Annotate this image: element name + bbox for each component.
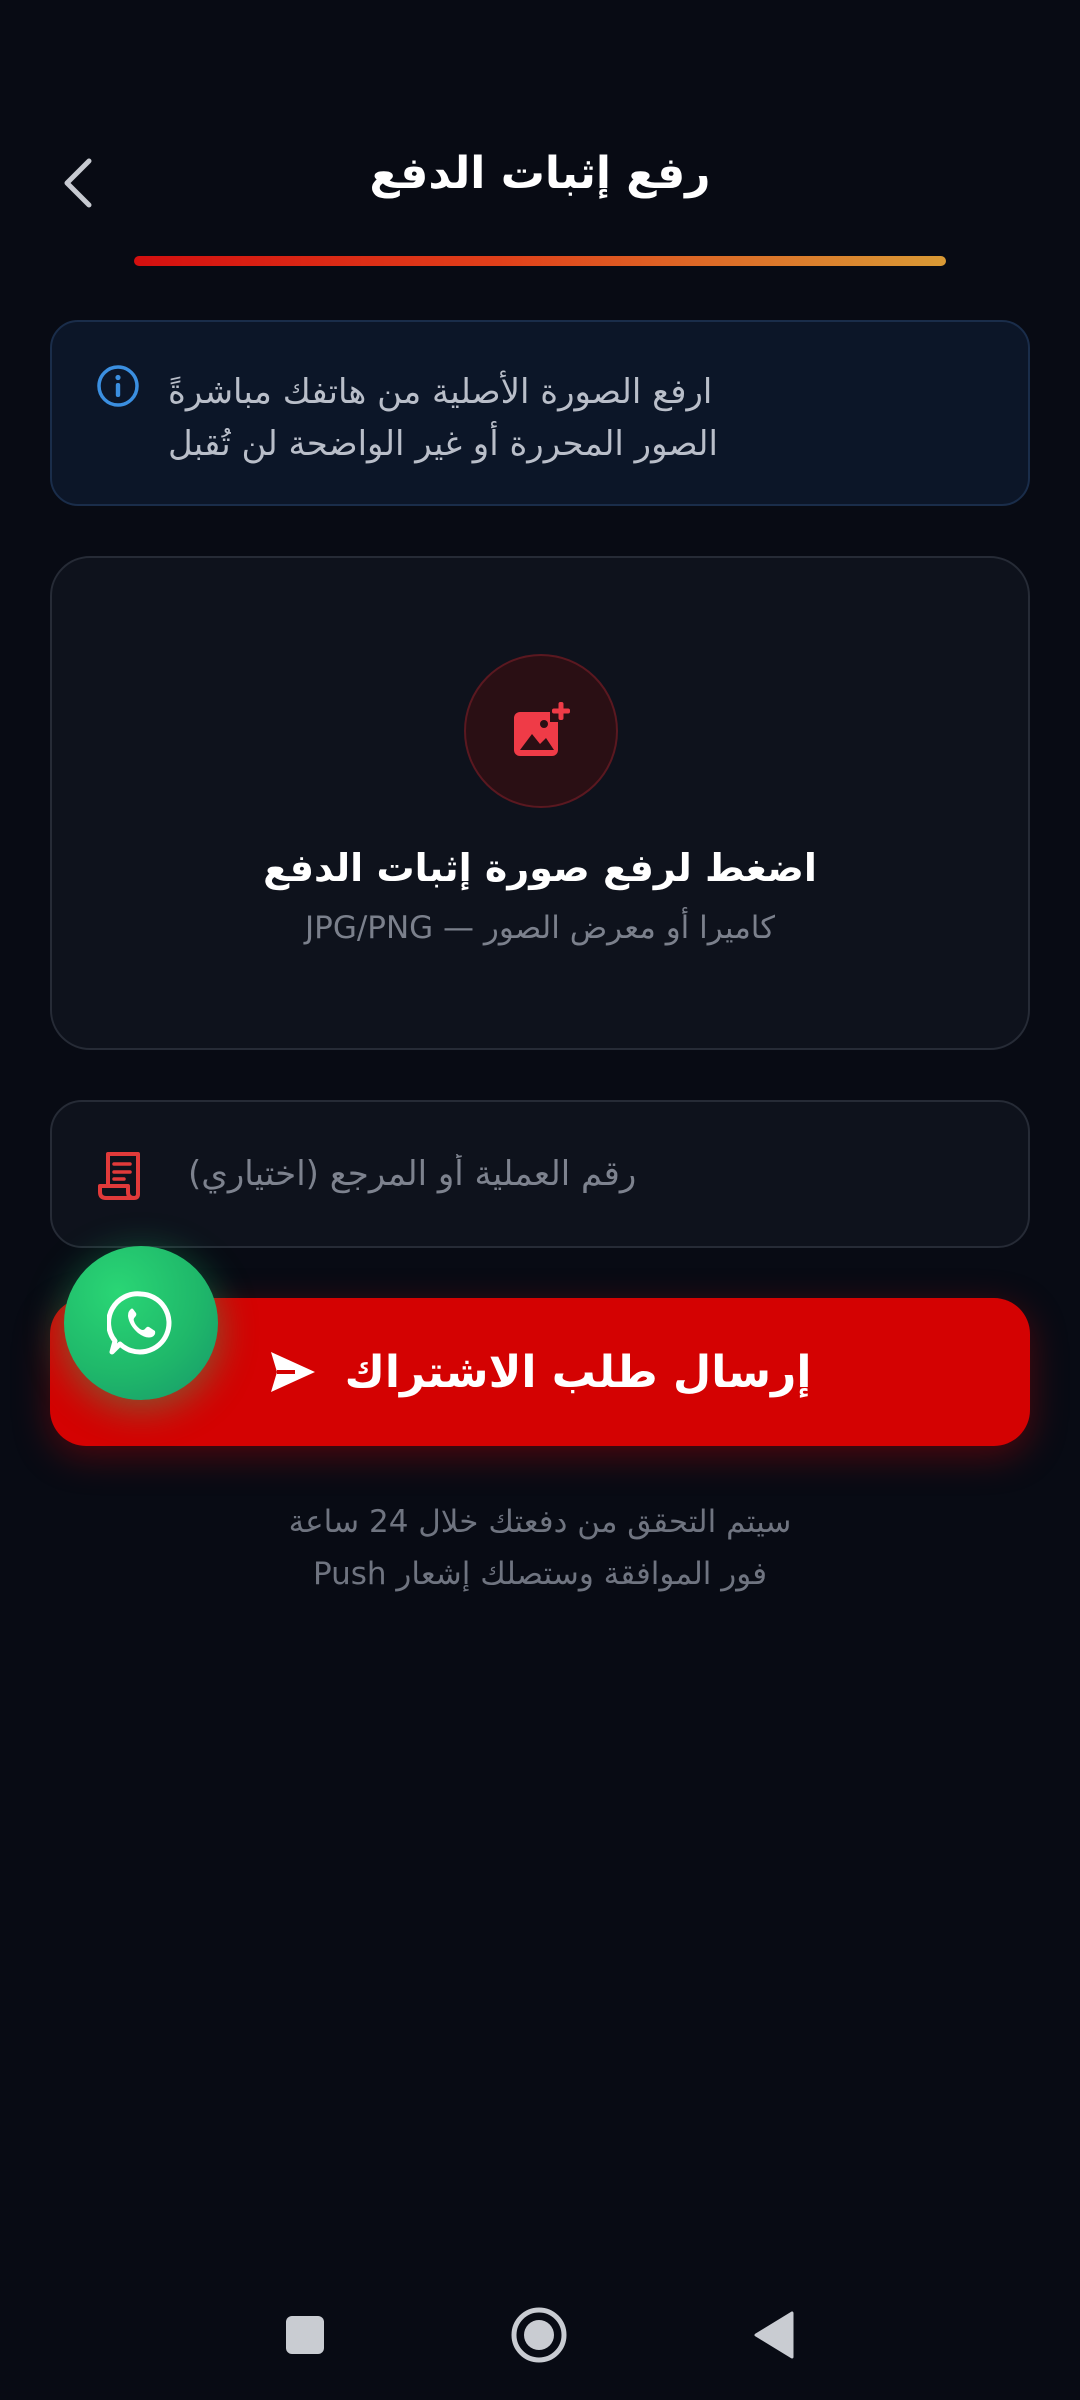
submit-label: إرسال طلب الاشتراك: [344, 1346, 812, 1398]
upload-icon-circle: [464, 654, 618, 808]
note-line-1: سيتم التحقق من دفعتك خلال 24 ساعة: [288, 1504, 792, 1540]
triangle-back-icon: [754, 2311, 794, 2359]
receipt-icon: [98, 1152, 140, 1200]
reference-input[interactable]: [188, 1102, 888, 1246]
info-icon: [97, 365, 139, 407]
info-text: ارفع الصورة الأصلية من هاتفك مباشرةً الص…: [168, 366, 728, 470]
whatsapp-button[interactable]: [64, 1246, 218, 1400]
info-card: ارفع الصورة الأصلية من هاتفك مباشرةً الص…: [50, 320, 1030, 506]
add-photo-icon: [514, 700, 572, 756]
nav-back-button[interactable]: [728, 2290, 818, 2380]
home-button[interactable]: [494, 2290, 584, 2380]
info-line-1: ارفع الصورة الأصلية من هاتفك مباشرةً: [168, 372, 713, 412]
circle-home-icon: [511, 2307, 567, 2363]
upload-subtitle: كاميرا أو معرض الصور — JPG/PNG: [304, 910, 776, 946]
header: رفع إثبات الدفع: [0, 120, 1080, 240]
recents-button[interactable]: [260, 2290, 350, 2380]
note-line-2: فور الموافقة وستصلك إشعار Push: [312, 1556, 768, 1592]
info-line-2: الصور المحررة أو غير الواضحة لن تُقبل: [168, 424, 718, 464]
page-title: رفع إثبات الدفع: [369, 148, 711, 199]
reference-field: [50, 1100, 1030, 1248]
upload-photo-area[interactable]: اضغط لرفع صورة إثبات الدفع كاميرا أو معر…: [50, 556, 1030, 1050]
whatsapp-icon: [107, 1291, 172, 1355]
send-icon: [269, 1350, 317, 1394]
upload-title: اضغط لرفع صورة إثبات الدفع: [263, 846, 817, 890]
system-nav-bar: [0, 2290, 1080, 2380]
verification-note: سيتم التحقق من دفعتك خلال 24 ساعة فور ال…: [0, 1496, 1080, 1600]
square-icon: [286, 2316, 324, 2354]
screen: رفع إثبات الدفع ارفع الصورة الأصلية من ه…: [0, 0, 1080, 2400]
progress-bar: [134, 256, 946, 266]
